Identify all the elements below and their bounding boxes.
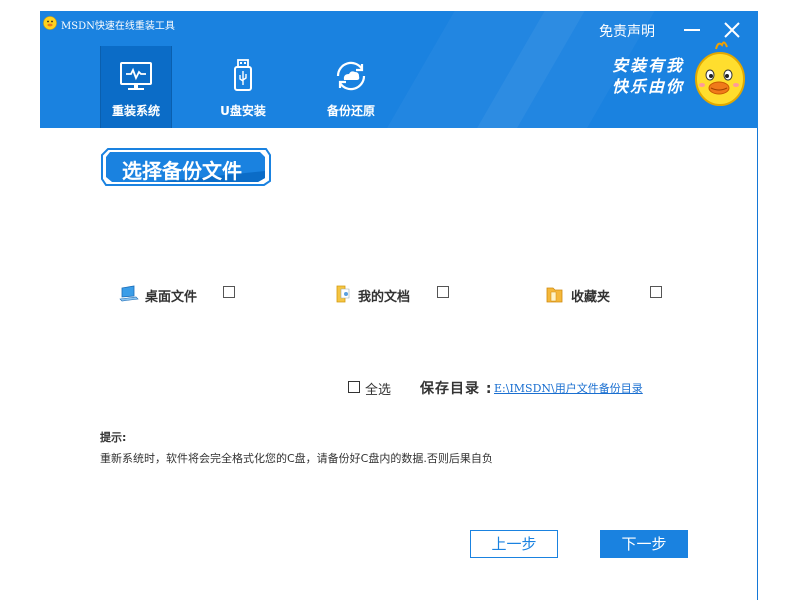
save-directory-link[interactable]: E:\IMSDN\用户文件备份目录: [494, 380, 643, 396]
save-directory-label: 保存目录 :: [420, 381, 493, 397]
nav-label: U盘安装: [220, 104, 266, 118]
hint-title: 提示:: [100, 431, 127, 444]
app-window: MSDN快速在线重装工具 免责声明 重装系统 U盘安装 备份还原 安装有我 快乐…: [40, 11, 758, 600]
favorites-folder-icon: [546, 287, 563, 303]
header-bar: MSDN快速在线重装工具 免责声明 重装系统 U盘安装 备份还原 安装有我 快乐…: [40, 11, 758, 128]
page-title: 选择备份文件: [122, 159, 242, 183]
my-documents-checkbox[interactable]: [437, 286, 449, 298]
slogan: 安装有我 快乐由你: [612, 55, 684, 97]
next-step-button[interactable]: 下一步: [600, 530, 688, 558]
hint-text: 重新系统时，软件将会完全格式化您的C盘，请备份好C盘内的数据.否则后果自负: [100, 452, 493, 465]
nav-label: 重装系统: [111, 104, 160, 118]
duck-mascot-icon: [695, 41, 745, 106]
app-title: MSDN快速在线重装工具: [61, 21, 175, 32]
window-border: [757, 128, 758, 600]
option-label: 桌面文件: [145, 290, 198, 305]
nav-label: 备份还原: [326, 104, 375, 118]
nav-item-backup-restore[interactable]: 备份还原: [316, 46, 386, 128]
close-icon[interactable]: [721, 19, 743, 41]
favorites-checkbox[interactable]: [650, 286, 662, 298]
select-all-label: 全选: [365, 383, 392, 398]
disclaimer-link[interactable]: 免责声明: [599, 21, 655, 41]
desktop-icon: [119, 285, 139, 302]
usb-drive-icon: [234, 59, 252, 91]
slogan-line: 快乐由你: [612, 77, 685, 96]
documents-folder-icon: [336, 285, 350, 303]
minimize-icon[interactable]: [681, 19, 703, 41]
nav-item-usb-install[interactable]: U盘安装: [208, 46, 278, 128]
option-label: 收藏夹: [571, 290, 611, 305]
previous-step-button[interactable]: 上一步: [470, 530, 558, 558]
monitor-icon: [120, 62, 152, 90]
duck-logo-icon: [43, 16, 57, 30]
nav-item-reinstall-system[interactable]: 重装系统: [100, 46, 172, 128]
slogan-line: 安装有我: [612, 56, 685, 75]
option-label: 我的文档: [358, 290, 411, 305]
desktop-files-checkbox[interactable]: [223, 286, 235, 298]
cloud-sync-icon: [336, 61, 366, 91]
select-all-checkbox[interactable]: [348, 381, 360, 393]
